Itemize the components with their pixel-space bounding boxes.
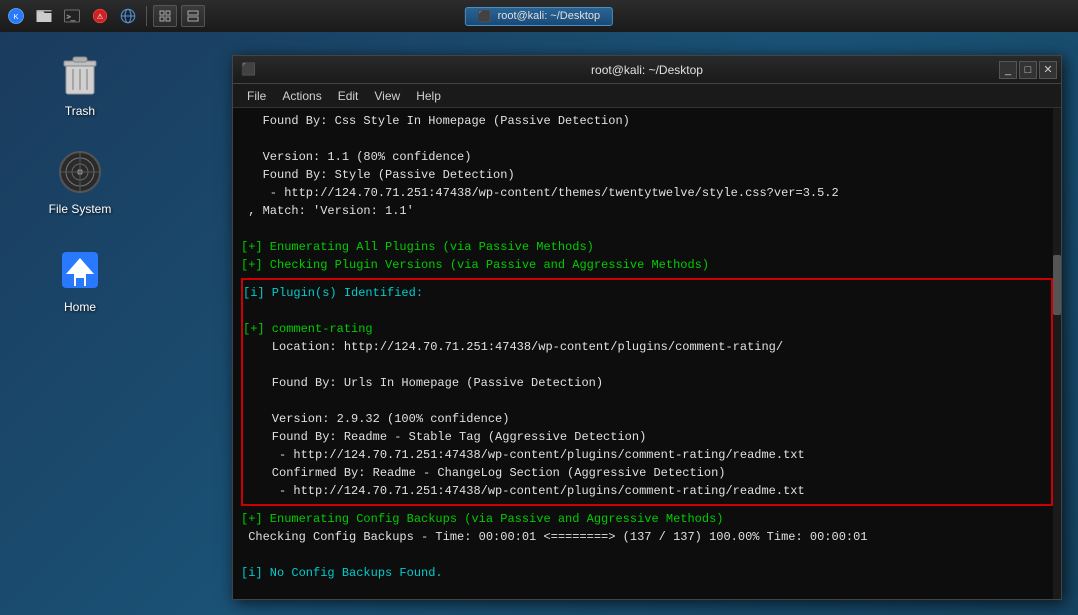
- home-icon: [56, 246, 104, 294]
- term-highlight-4: Location: http://124.70.71.251:47438/wp-…: [243, 338, 1051, 356]
- menu-file[interactable]: File: [241, 87, 272, 105]
- term-line-2: [241, 130, 1053, 148]
- terminal-scrollbar-thumb[interactable]: [1053, 255, 1061, 315]
- menu-actions[interactable]: Actions: [276, 87, 327, 105]
- filesystem-icon: [56, 148, 104, 196]
- kali-logo-icon[interactable]: K: [4, 4, 28, 28]
- terminal-scrollbar[interactable]: [1053, 108, 1061, 599]
- plugin-highlight-box: [i] Plugin(s) Identified: [+] comment-ra…: [241, 278, 1053, 506]
- term-line-10: [+] Enumerating Config Backups (via Pass…: [241, 510, 1053, 528]
- term-highlight-11: Confirmed By: Readme - ChangeLog Section…: [243, 464, 1051, 482]
- taskbar: K >_ ⚠: [0, 0, 1078, 32]
- red-app-icon[interactable]: ⚠: [88, 4, 112, 28]
- svg-text:>_: >_: [67, 13, 76, 21]
- term-line-14: [241, 582, 1053, 595]
- term-line-5: - http://124.70.71.251:47438/wp-content/…: [241, 184, 1053, 202]
- term-highlight-8: Version: 2.9.32 (100% confidence): [243, 410, 1051, 428]
- terminal-title-icon: ⬛: [241, 62, 257, 78]
- active-window-taskbar[interactable]: ⬛ root@kali: ~/Desktop: [465, 7, 613, 26]
- terminal-menubar: File Actions Edit View Help: [233, 84, 1061, 108]
- term-highlight-6: Found By: Urls In Homepage (Passive Dete…: [243, 374, 1051, 392]
- term-line-1: Found By: Css Style In Homepage (Passive…: [241, 112, 1053, 130]
- term-highlight-9: Found By: Readme - Stable Tag (Aggressiv…: [243, 428, 1051, 446]
- minimize-button[interactable]: _: [999, 61, 1017, 79]
- svg-text:K: K: [13, 12, 18, 21]
- term-line-3: Version: 1.1 (80% confidence): [241, 148, 1053, 166]
- svg-text:⚠: ⚠: [97, 12, 104, 21]
- terminal-controls: _ □ ✕: [999, 61, 1057, 79]
- term-highlight-5: [243, 356, 1051, 374]
- term-highlight-1: [i] Plugin(s) Identified:: [243, 284, 1051, 302]
- browser-icon[interactable]: [116, 4, 140, 28]
- terminal-taskbar-icon[interactable]: >_: [60, 4, 84, 28]
- maximize-button[interactable]: □: [1019, 61, 1037, 79]
- active-window-icon: ⬛: [478, 10, 492, 23]
- terminal-title: root@kali: ~/Desktop: [591, 63, 703, 77]
- filesystem-label: File System: [49, 202, 112, 216]
- term-line-8: [+] Enumerating All Plugins (via Passive…: [241, 238, 1053, 256]
- trash-icon: [56, 50, 104, 98]
- home-label: Home: [64, 300, 96, 314]
- term-highlight-3: [+] comment-rating: [243, 320, 1051, 338]
- terminal-body: Found By: Css Style In Homepage (Passive…: [233, 108, 1061, 599]
- desktop-icon-trash[interactable]: Trash: [40, 50, 120, 118]
- term-highlight-12: - http://124.70.71.251:47438/wp-content/…: [243, 482, 1051, 500]
- taskbar-layout-btn[interactable]: [181, 5, 205, 27]
- terminal-window: ⬛ root@kali: ~/Desktop _ □ ✕ File Action…: [232, 55, 1062, 600]
- terminal-content[interactable]: Found By: Css Style In Homepage (Passive…: [241, 112, 1053, 595]
- term-highlight-2: [243, 302, 1051, 320]
- close-button[interactable]: ✕: [1039, 61, 1057, 79]
- menu-view[interactable]: View: [368, 87, 406, 105]
- desktop-icon-home[interactable]: Home: [40, 246, 120, 314]
- term-line-12: [241, 546, 1053, 564]
- trash-label: Trash: [65, 104, 95, 118]
- term-highlight-7: [243, 392, 1051, 410]
- taskbar-resize-btn[interactable]: [153, 5, 177, 27]
- term-line-11: Checking Config Backups - Time: 00:00:01…: [241, 528, 1053, 546]
- active-window-title: root@kali: ~/Desktop: [498, 10, 601, 22]
- desktop-icons-container: Trash File System: [40, 50, 120, 314]
- term-highlight-10: - http://124.70.71.251:47438/wp-content/…: [243, 446, 1051, 464]
- desktop: K >_ ⚠: [0, 0, 1078, 615]
- term-line-6: , Match: 'Version: 1.1': [241, 202, 1053, 220]
- desktop-icon-filesystem[interactable]: File System: [40, 148, 120, 216]
- menu-edit[interactable]: Edit: [332, 87, 365, 105]
- term-line-13: [i] No Config Backups Found.: [241, 564, 1053, 582]
- term-line-7: [241, 220, 1053, 238]
- taskbar-left: K >_ ⚠: [0, 4, 205, 28]
- terminal-titlebar: ⬛ root@kali: ~/Desktop _ □ ✕: [233, 56, 1061, 84]
- term-line-4: Found By: Style (Passive Detection): [241, 166, 1053, 184]
- file-manager-taskbar-icon[interactable]: [32, 4, 56, 28]
- taskbar-separator: [146, 6, 147, 26]
- term-line-9: [+] Checking Plugin Versions (via Passiv…: [241, 256, 1053, 274]
- menu-help[interactable]: Help: [410, 87, 447, 105]
